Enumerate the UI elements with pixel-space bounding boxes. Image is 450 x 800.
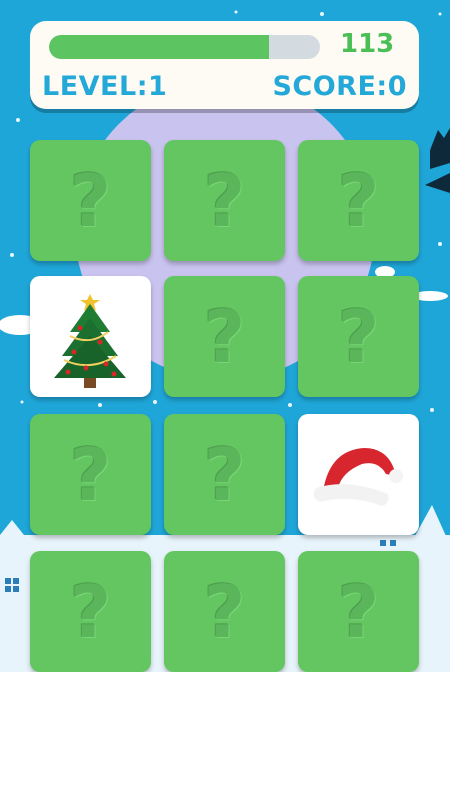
memory-card-christmas-tree[interactable] <box>30 276 151 397</box>
question-mark-icon: ? <box>69 569 112 654</box>
memory-card-hidden[interactable]: ? <box>30 414 151 535</box>
memory-card-hidden[interactable]: ? <box>30 140 151 261</box>
memory-card-hidden[interactable]: ? <box>164 551 285 672</box>
memory-card-hidden[interactable]: ? <box>164 414 285 535</box>
question-mark-icon: ? <box>69 432 112 517</box>
memory-card-hidden[interactable]: ? <box>298 551 419 672</box>
memory-card-hidden[interactable]: ? <box>298 140 419 261</box>
question-mark-icon: ? <box>203 294 246 379</box>
question-mark-icon: ? <box>203 569 246 654</box>
question-mark-icon: ? <box>337 294 380 379</box>
memory-card-hidden[interactable]: ? <box>298 276 419 397</box>
memory-card-hidden[interactable]: ? <box>164 276 285 397</box>
memory-card-hidden[interactable]: ? <box>30 551 151 672</box>
question-mark-icon: ? <box>69 158 112 243</box>
game-screen: 113 LEVEL:1 SCORE:0 ?????????? <box>0 0 450 800</box>
bottom-blank-area <box>0 672 450 800</box>
question-mark-icon: ? <box>203 158 246 243</box>
christmas-tree-icon <box>54 294 126 388</box>
question-mark-icon: ? <box>203 432 246 517</box>
santa-hat-icon <box>313 448 403 506</box>
memory-card-santa-hat[interactable] <box>298 414 419 535</box>
memory-card-hidden[interactable]: ? <box>164 140 285 261</box>
question-mark-icon: ? <box>337 569 380 654</box>
question-mark-icon: ? <box>337 158 380 243</box>
